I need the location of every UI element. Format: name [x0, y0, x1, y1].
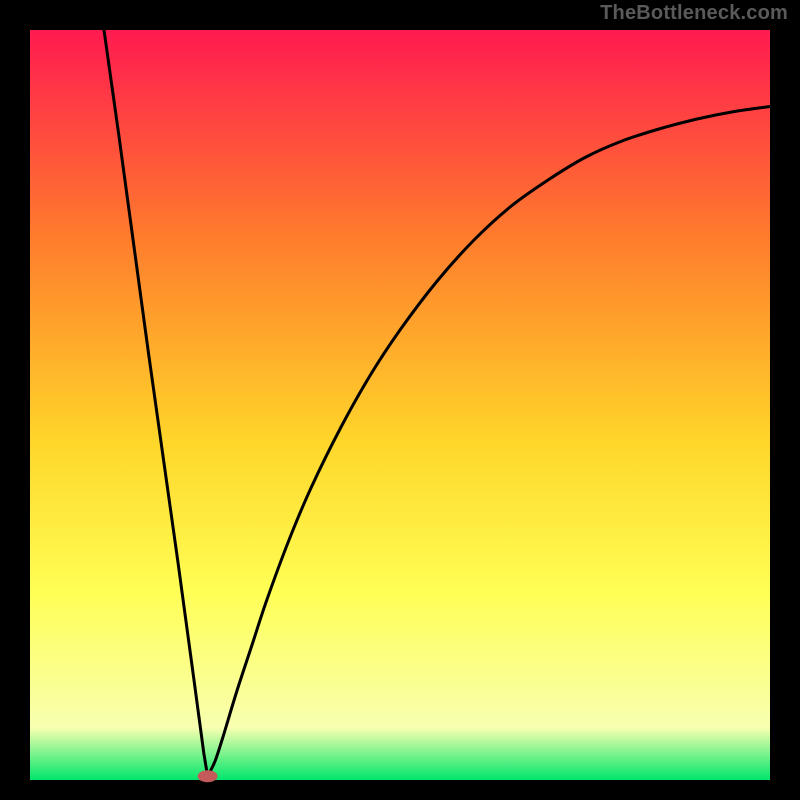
chart-container: TheBottleneck.com: [0, 0, 800, 800]
plot-area: [30, 30, 770, 780]
watermark-text: TheBottleneck.com: [600, 2, 788, 25]
minimum-marker: [198, 770, 218, 782]
bottleneck-chart: [0, 0, 800, 800]
